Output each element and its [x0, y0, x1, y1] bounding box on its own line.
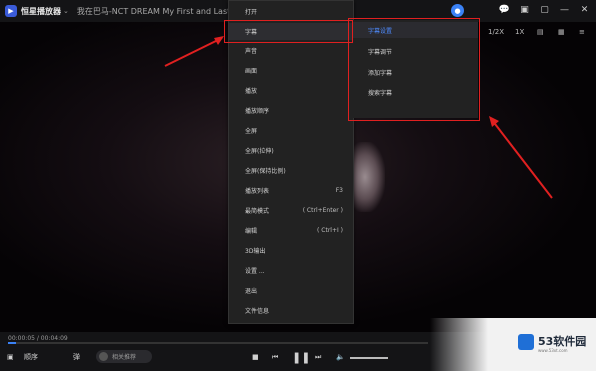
- window-controls: 💬 ▣ ▢ — ✕: [499, 4, 590, 15]
- pip-icon[interactable]: ▣: [519, 4, 530, 15]
- recommend-dot-icon: [99, 352, 108, 361]
- menu-item-fullscreen-stretch[interactable]: 全屏(拉伸): [229, 142, 353, 159]
- menu-item-open[interactable]: 打开: [229, 3, 353, 20]
- pause-icon[interactable]: ❚❚: [292, 350, 310, 364]
- playlist-icon[interactable]: ≡: [579, 28, 585, 36]
- menu-item-fullscreen[interactable]: 全屏: [229, 122, 353, 139]
- menu-item-picture[interactable]: 画面: [229, 62, 353, 79]
- screenshot-icon[interactable]: ▤: [537, 28, 544, 36]
- menu-item-playback[interactable]: 播放: [229, 82, 353, 99]
- menu-item-minimal-mode[interactable]: 最简模式( Ctrl+Enter ): [229, 202, 353, 219]
- minimize-icon[interactable]: —: [559, 4, 570, 15]
- app-logo-icon: ▶: [5, 5, 17, 17]
- menu-item-3d-output[interactable]: 3D输出: [229, 242, 353, 259]
- menu-item-audio[interactable]: 声音: [229, 42, 353, 59]
- recommend-pill[interactable]: 相关推荐: [96, 350, 152, 363]
- close-icon[interactable]: ✕: [579, 4, 590, 15]
- stop-icon[interactable]: ■: [252, 350, 259, 364]
- danmaku-label[interactable]: 弹: [73, 350, 80, 364]
- watermark-subtitle: www.53xt.com: [538, 348, 568, 353]
- menu-item-play-order[interactable]: 播放顺序: [229, 102, 353, 119]
- feedback-icon[interactable]: 💬: [499, 4, 510, 15]
- menu-item-fullscreen-keep-ratio[interactable]: 全屏(保持比例): [229, 162, 353, 179]
- user-avatar-icon[interactable]: ●: [451, 4, 464, 17]
- recommend-label: 相关推荐: [112, 354, 137, 361]
- menu-item-exit[interactable]: 退出: [229, 282, 353, 299]
- speed-half-button[interactable]: 1/2X: [488, 28, 504, 36]
- highlight-box-submenu: [348, 18, 480, 121]
- progress-fill: [8, 342, 17, 344]
- menu-item-playlist[interactable]: 播放列表 F3: [229, 182, 353, 199]
- progress-track[interactable]: [8, 342, 428, 344]
- time-display: 00:00:05 / 00:04:09: [8, 335, 68, 342]
- volume-icon[interactable]: 🔈: [336, 350, 345, 364]
- ratio-icon[interactable]: ▦: [558, 28, 565, 36]
- speed-normal-button[interactable]: 1X: [515, 28, 524, 36]
- watermark-logo-icon: [518, 334, 534, 350]
- menu-item-file-info[interactable]: 文件信息: [229, 302, 353, 319]
- menu-item-edit[interactable]: 编辑( Ctrl+I ): [229, 222, 353, 239]
- open-file-icon[interactable]: ▣: [7, 350, 14, 364]
- next-icon[interactable]: ⏭: [315, 350, 321, 364]
- app-name[interactable]: 恒星播放器: [21, 6, 61, 17]
- previous-icon[interactable]: ⏮: [272, 350, 278, 364]
- chevron-down-icon[interactable]: ⌄: [63, 7, 69, 15]
- watermark-title: 53软件园: [538, 335, 587, 348]
- context-menu: 打开 字幕 声音 画面 播放 播放顺序 全屏 全屏(拉伸) 全屏(保持比例) 播…: [228, 0, 354, 324]
- play-mode-label[interactable]: 顺序: [24, 350, 38, 364]
- menu-item-settings[interactable]: 设置 ...: [229, 262, 353, 279]
- highlight-box-subtitle: [224, 20, 353, 43]
- restore-icon[interactable]: ▢: [539, 4, 550, 15]
- volume-slider[interactable]: [350, 357, 388, 359]
